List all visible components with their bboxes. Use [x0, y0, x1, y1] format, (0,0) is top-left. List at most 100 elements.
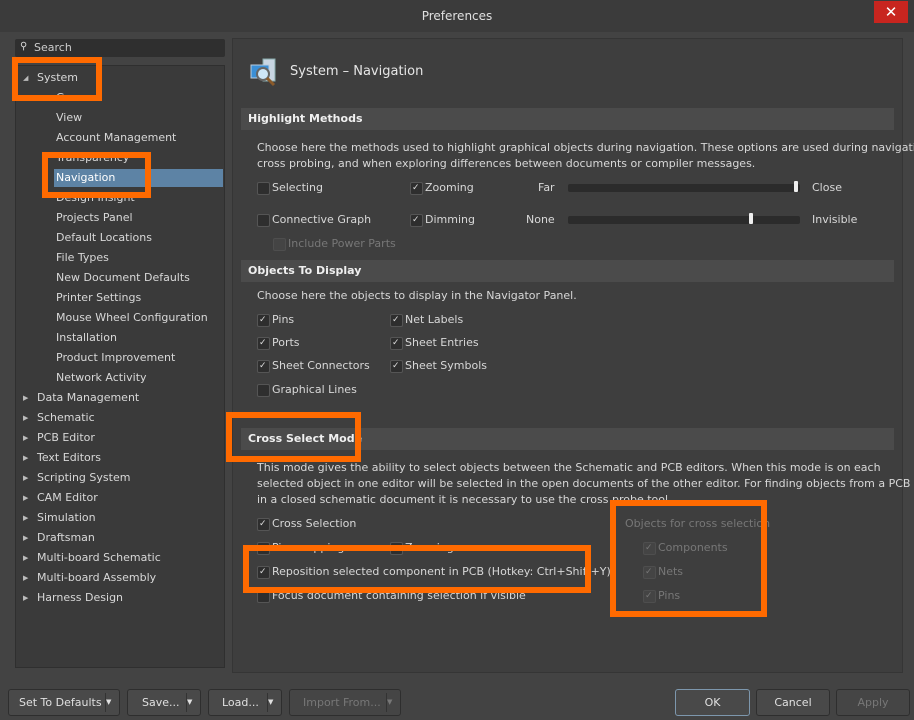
sheet-entries-checkbox[interactable]: Sheet Entries: [390, 335, 479, 351]
tree-item-harness-design[interactable]: Harness Design: [37, 589, 123, 607]
tree-item-account-management[interactable]: Account Management: [54, 129, 176, 147]
connective-graph-checkbox[interactable]: Connective Graph: [257, 212, 371, 228]
tree-item-printer-settings[interactable]: Printer Settings: [54, 289, 141, 307]
graphical-lines-checkbox[interactable]: Graphical Lines: [257, 382, 357, 398]
expand-arrow-icon[interactable]: ▶: [23, 514, 28, 522]
tree-item-installation[interactable]: Installation: [54, 329, 117, 347]
tree-item-projects-panel[interactable]: Projects Panel: [54, 209, 133, 227]
search-icon: ⚲: [20, 41, 28, 52]
chevron-down-icon[interactable]: ▼: [186, 693, 200, 712]
nets-checkbox[interactable]: Nets: [643, 564, 683, 580]
search-placeholder: Search: [34, 41, 72, 54]
apply-button[interactable]: Apply: [836, 689, 910, 716]
cross-zooming-checkbox[interactable]: Zooming: [390, 540, 454, 556]
zoom-slider-thumb[interactable]: [794, 181, 798, 192]
highlight-description-2: cross probing, and when exploring differ…: [257, 157, 756, 170]
invisible-label: Invisible: [812, 213, 858, 226]
tree-item-system[interactable]: System: [37, 69, 78, 87]
cancel-button[interactable]: Cancel: [756, 689, 830, 716]
tree-item-scripting-system[interactable]: Scripting System: [37, 469, 130, 487]
focus-document-checkbox[interactable]: Focus document containing selection if v…: [257, 588, 526, 604]
expand-arrow-icon[interactable]: ▶: [23, 574, 28, 582]
close-label: Close: [812, 181, 842, 194]
tree-item-view[interactable]: View: [54, 109, 82, 127]
expand-arrow-icon[interactable]: ▶: [23, 454, 28, 462]
expand-arrow-icon[interactable]: ▶: [23, 414, 28, 422]
zooming-checkbox[interactable]: Zooming: [410, 180, 474, 196]
far-label: Far: [538, 181, 555, 194]
expand-arrow-icon[interactable]: ▶: [23, 534, 28, 542]
expand-arrow-icon[interactable]: ▶: [23, 494, 28, 502]
dimming-checkbox[interactable]: Dimming: [410, 212, 475, 228]
cross-pins-checkbox[interactable]: Pins: [643, 588, 680, 604]
tree-item-data-management[interactable]: Data Management: [37, 389, 139, 407]
close-button[interactable]: ✕: [874, 1, 908, 23]
save-label: Save...: [142, 696, 180, 709]
section-highlight-methods: Highlight Methods: [241, 108, 894, 130]
tree-item-simulation[interactable]: Simulation: [37, 509, 96, 527]
reposition-component-checkbox[interactable]: Reposition selected component in PCB (Ho…: [257, 564, 611, 580]
highlight-description-1: Choose here the methods used to highligh…: [257, 141, 914, 154]
settings-panel: System – Navigation Highlight Methods Ch…: [232, 38, 914, 673]
tree-item-cam-editor[interactable]: CAM Editor: [37, 489, 98, 507]
tree-item-multi-board-assembly[interactable]: Multi-board Assembly: [37, 569, 156, 587]
navigation-page-icon: [249, 57, 279, 87]
expand-arrow-icon[interactable]: ▶: [23, 394, 28, 402]
net-labels-checkbox[interactable]: Net Labels: [390, 312, 463, 328]
components-checkbox[interactable]: Components: [643, 540, 728, 556]
search-input[interactable]: ⚲ Search: [15, 39, 225, 57]
load-label: Load...: [222, 696, 259, 709]
tree-item-multi-board-schematic[interactable]: Multi-board Schematic: [37, 549, 161, 567]
import-from-label: Import From...: [303, 696, 381, 709]
objects-description: Choose here the objects to display in th…: [257, 289, 577, 302]
cross-description-1: This mode gives the ability to select ob…: [257, 461, 881, 474]
cross-description-3: in a closed schematic document it is nec…: [257, 493, 672, 506]
cross-description-2: selected object in one editor will be se…: [257, 477, 911, 490]
set-to-defaults-button[interactable]: Set To Defaults ▼: [8, 689, 120, 716]
tree-item-schematic[interactable]: Schematic: [37, 409, 95, 427]
pin-swapping-checkbox[interactable]: Pin swapping: [257, 540, 344, 556]
tree-item-default-locations[interactable]: Default Locations: [54, 229, 152, 247]
tree-item-product-improvement[interactable]: Product Improvement: [54, 349, 175, 367]
tree-item-design-insight[interactable]: Design Insight: [54, 189, 135, 207]
tree-item-draftsman[interactable]: Draftsman: [37, 529, 95, 547]
sheet-symbols-checkbox[interactable]: Sheet Symbols: [390, 358, 487, 374]
tree-item-file-types[interactable]: File Types: [54, 249, 109, 267]
expand-arrow-icon[interactable]: ▶: [23, 434, 28, 442]
expand-arrow-icon[interactable]: ▶: [23, 554, 28, 562]
tree-item-network-activity[interactable]: Network Activity: [54, 369, 147, 387]
set-to-defaults-label: Set To Defaults: [19, 696, 102, 709]
zoom-slider[interactable]: [568, 181, 800, 192]
chevron-down-icon[interactable]: ▼: [267, 693, 281, 712]
dim-slider-thumb[interactable]: [748, 213, 753, 224]
page-title: System – Navigation: [290, 64, 424, 79]
dim-slider[interactable]: [568, 213, 800, 224]
tree-item-navigation[interactable]: Navigation: [54, 169, 223, 187]
tree-item-mouse-wheel-configuration[interactable]: Mouse Wheel Configuration: [54, 309, 208, 327]
sheet-connectors-checkbox[interactable]: Sheet Connectors: [257, 358, 370, 374]
section-cross-select-mode: Cross Select Mode: [241, 428, 894, 450]
include-power-parts-checkbox[interactable]: Include Power Parts: [273, 236, 396, 252]
tree-item-transparency[interactable]: Transparency: [54, 149, 129, 167]
expand-arrow-icon[interactable]: ▶: [23, 594, 28, 602]
none-label: None: [526, 213, 555, 226]
tree-item-pcb-editor[interactable]: PCB Editor: [37, 429, 95, 447]
ports-checkbox[interactable]: Ports: [257, 335, 300, 351]
import-from-button[interactable]: Import From... ▼: [289, 689, 401, 716]
window-title: Preferences: [421, 9, 493, 23]
chevron-down-icon[interactable]: ▼: [105, 693, 119, 712]
chevron-down-icon[interactable]: ▼: [386, 693, 400, 712]
tree-item-new-document-defaults[interactable]: New Document Defaults: [54, 269, 190, 287]
load-button[interactable]: Load... ▼: [208, 689, 282, 716]
pins-checkbox[interactable]: Pins: [257, 312, 294, 328]
section-objects-to-display: Objects To Display: [241, 260, 894, 282]
selecting-checkbox[interactable]: Selecting: [257, 180, 323, 196]
cross-objects-group-title: Objects for cross selection: [625, 517, 771, 530]
expand-arrow-icon[interactable]: ◢: [23, 74, 28, 82]
expand-arrow-icon[interactable]: ▶: [23, 474, 28, 482]
ok-button[interactable]: OK: [675, 689, 750, 716]
tree-item-text-editors[interactable]: Text Editors: [37, 449, 101, 467]
cross-selection-checkbox[interactable]: Cross Selection: [257, 516, 356, 532]
save-button[interactable]: Save... ▼: [127, 689, 201, 716]
tree-item-general[interactable]: General: [54, 89, 99, 107]
